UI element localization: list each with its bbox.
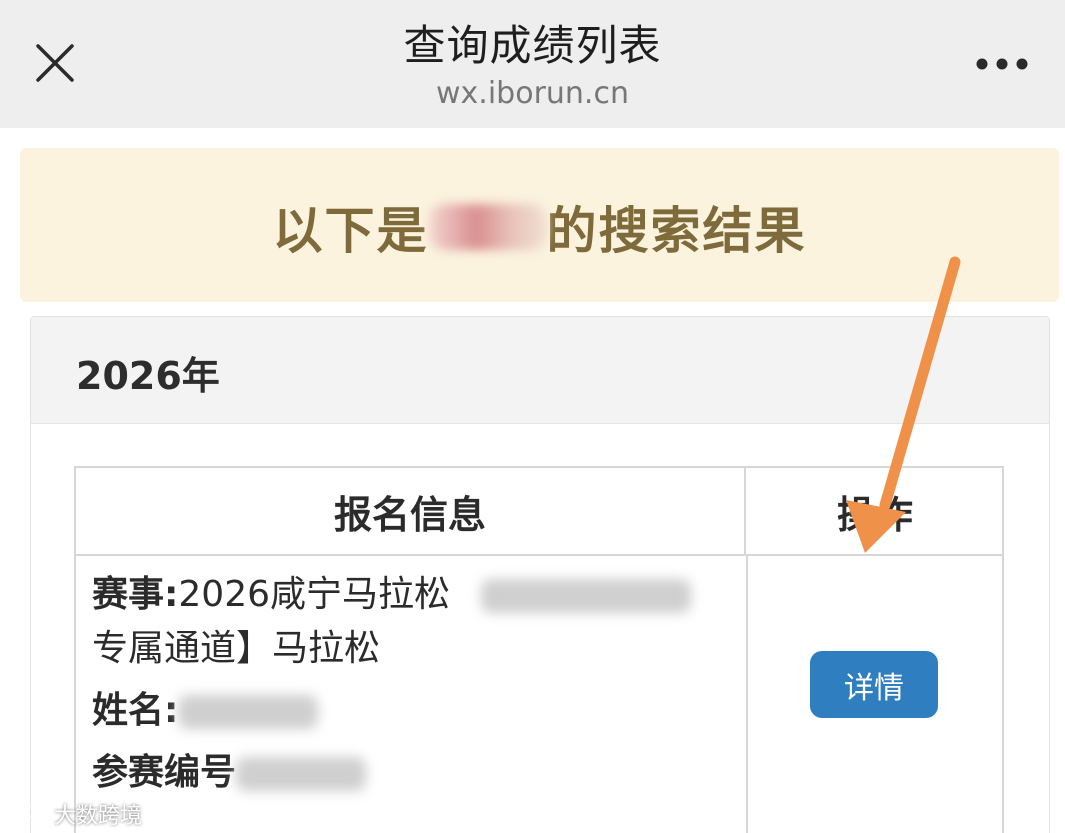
header-action: 操作 bbox=[746, 468, 1004, 556]
year-card-header: 2026年 bbox=[31, 317, 1049, 424]
watermark-text: 大数跨境 bbox=[54, 804, 143, 829]
top-nav-bar: 查询成绩列表 wx.iborun.cn bbox=[0, 0, 1065, 128]
page: 查询成绩列表 wx.iborun.cn 以下是 的搜索结果 2026年 报名信息… bbox=[0, 0, 1065, 833]
column-divider bbox=[746, 556, 748, 833]
name-row: 姓名: bbox=[92, 684, 732, 738]
page-domain: wx.iborun.cn bbox=[436, 76, 629, 111]
search-result-banner: 以下是 的搜索结果 bbox=[20, 148, 1059, 302]
redacted-name bbox=[178, 695, 319, 729]
registration-info-cell: 赛事:2026咸宁马拉松 专属通道】马拉松 姓名: 参赛编号 bbox=[92, 568, 732, 800]
event-label: 赛事: bbox=[92, 574, 179, 615]
banner-suffix: 的搜索结果 bbox=[546, 202, 807, 260]
search-result-message: 以下是 的搜索结果 bbox=[20, 192, 1059, 262]
watermark-logo-icon bbox=[11, 806, 48, 822]
page-title: 查询成绩列表 bbox=[403, 21, 662, 70]
more-menu-button[interactable] bbox=[967, 40, 1037, 88]
watermark: 大数跨境 bbox=[10, 798, 142, 830]
bib-label: 参赛编号 bbox=[92, 752, 237, 793]
redacted-event-detail bbox=[481, 579, 692, 613]
event-name: 2026咸宁马拉松 bbox=[178, 574, 451, 615]
more-dots-icon bbox=[976, 58, 1028, 70]
event-row: 赛事:2026咸宁马拉松 bbox=[92, 568, 732, 622]
bib-row: 参赛编号 bbox=[92, 746, 732, 800]
banner-prefix: 以下是 bbox=[272, 202, 429, 260]
details-button[interactable]: 详情 bbox=[810, 651, 938, 718]
year-label: 2026年 bbox=[76, 354, 220, 398]
name-label: 姓名: bbox=[92, 690, 179, 731]
event-row-continued: 专属通道】马拉松 bbox=[92, 622, 732, 676]
result-table: 报名信息 操作 赛事:2026咸宁马拉松 专属通道】马拉松 姓名: 参赛编号 bbox=[74, 466, 1004, 833]
event-name-continued: 专属通道】马拉松 bbox=[92, 628, 381, 669]
redacted-bib-number bbox=[236, 757, 367, 791]
redacted-searched-name bbox=[428, 204, 547, 250]
header-registration-info: 报名信息 bbox=[76, 468, 746, 556]
